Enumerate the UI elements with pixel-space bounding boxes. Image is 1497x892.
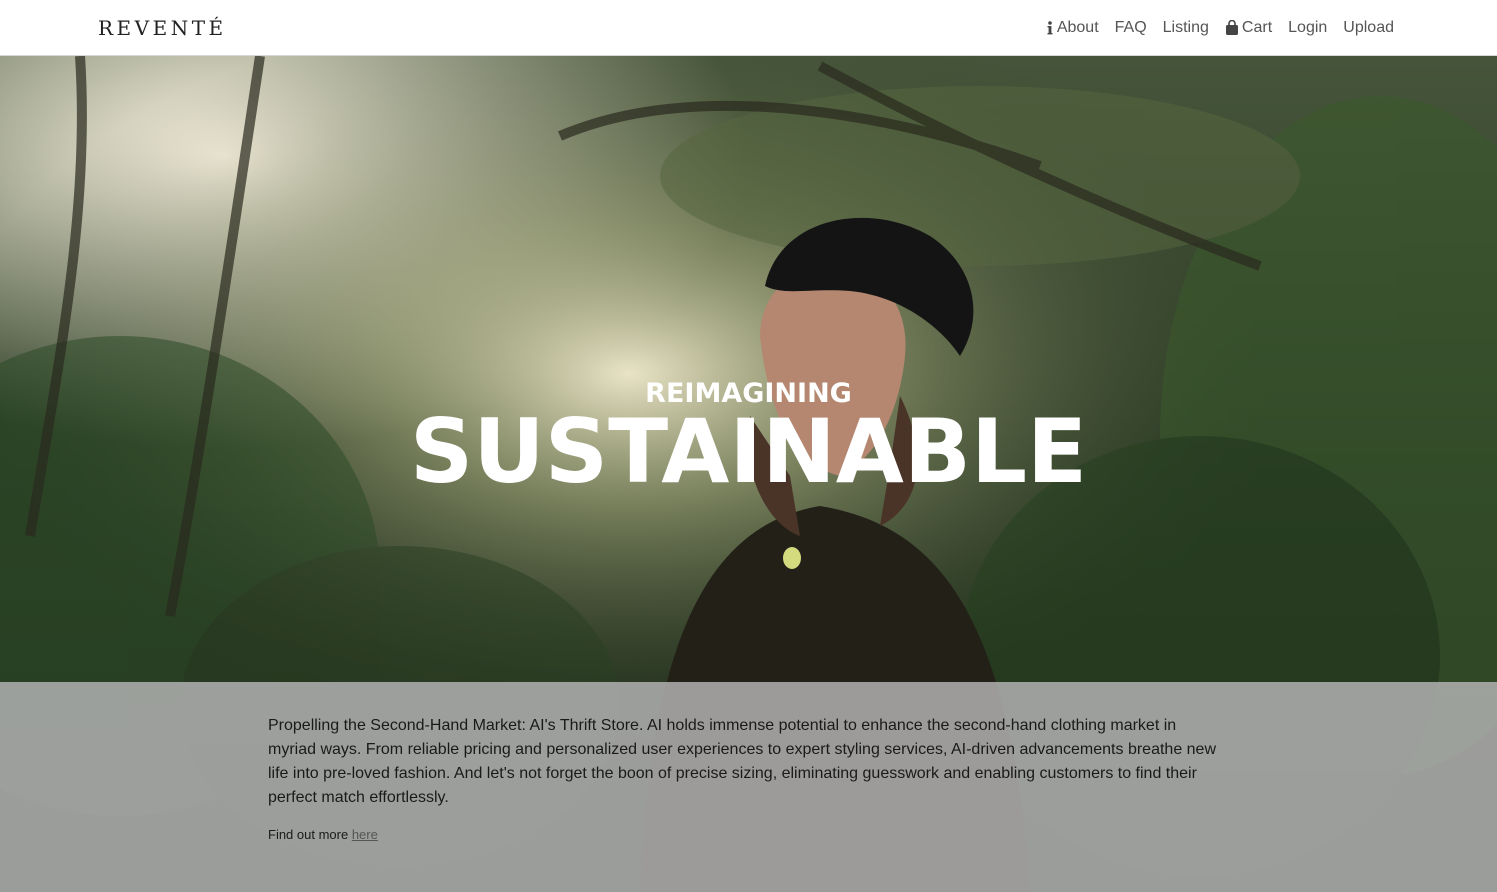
nav-about-label: About	[1056, 19, 1099, 36]
nav-upload[interactable]: Upload	[1343, 19, 1394, 37]
find-out-more-label: Find out more	[268, 827, 349, 842]
nav-links: About FAQ Listing Cart Login Upload	[1046, 0, 1394, 56]
nav-faq[interactable]: FAQ	[1115, 19, 1147, 37]
info-icon	[1046, 20, 1054, 36]
info-band: Propelling the Second-Hand Market: AI's …	[0, 682, 1497, 892]
nav-login[interactable]: Login	[1288, 19, 1327, 37]
nav-listing[interactable]: Listing	[1163, 19, 1209, 37]
hero-title: SUSTAINABLE	[409, 400, 1088, 503]
hero-section: REIMAGINING SUSTAINABLE Propelling the S…	[0, 56, 1497, 892]
nav-cart-label: Cart	[1241, 19, 1273, 36]
navbar: REVENTÉ About FAQ Listing Cart Login Upl…	[0, 0, 1497, 56]
brand-logo[interactable]: REVENTÉ	[98, 16, 227, 40]
shopping-bag-icon	[1225, 20, 1239, 36]
info-text: Propelling the Second-Hand Market: AI's …	[268, 717, 1217, 806]
nav-about[interactable]: About	[1046, 19, 1099, 37]
find-out-more-link[interactable]: here	[352, 827, 378, 842]
nav-cart[interactable]: Cart	[1225, 19, 1272, 37]
find-out-more: Find out more here	[268, 827, 378, 842]
